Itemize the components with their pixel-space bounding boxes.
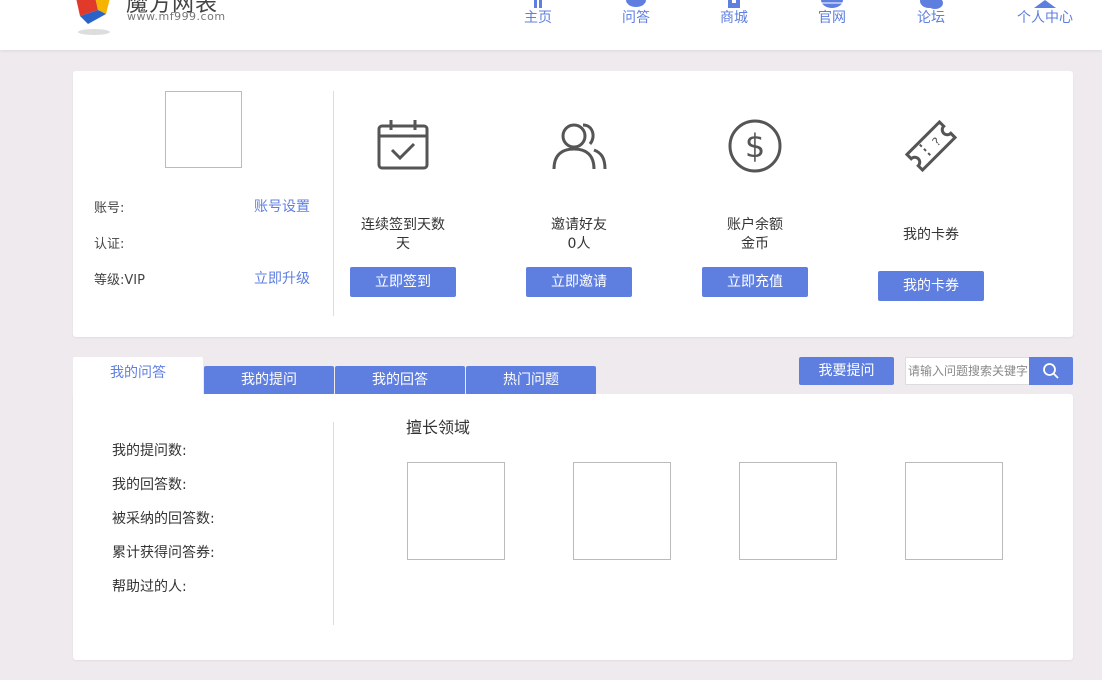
calendar-check-icon: [377, 120, 429, 170]
account-label: 账号:: [94, 201, 125, 216]
account-settings-link[interactable]: 账号设置: [254, 196, 310, 216]
profile-panel: 账号: 账号设置 认证: 等级:VIP 立即升级 连续签到天数 天 立即签到 邀…: [73, 71, 1073, 337]
stat-signin: 连续签到天数 天 立即签到: [315, 71, 491, 337]
coupons-button[interactable]: 我的卡券: [878, 271, 984, 301]
expert-area-box[interactable]: [905, 462, 1003, 560]
nav-qa-label: 问答: [622, 10, 650, 26]
level-label: 等级:VIP: [94, 273, 145, 288]
stat-coupons: ? 我的卡券 我的卡券: [843, 71, 1019, 337]
dollar-icon: $: [728, 119, 782, 173]
expert-area-box[interactable]: [573, 462, 671, 560]
cert-label: 认证:: [94, 237, 125, 252]
stat-accepted-answers: 被采纳的回答数:: [112, 511, 215, 527]
stat-invite: 邀请好友 0人 立即邀请: [491, 71, 667, 337]
stat-balance-title: 账户余额: [727, 217, 783, 233]
stat-invite-value: 0人: [567, 236, 591, 252]
chat-icon: [626, 0, 646, 7]
logo-url: www.mf999.com: [127, 10, 226, 23]
nav-home-label: 主页: [524, 10, 552, 26]
nav-home[interactable]: 主页: [518, 0, 558, 48]
nav-qa[interactable]: 问答: [616, 0, 656, 48]
stat-invite-title: 邀请好友: [551, 217, 607, 233]
nav-official[interactable]: 官网: [812, 0, 852, 48]
qa-panel: 我的提问数: 我的回答数: 被采纳的回答数: 累计获得问答券: 帮助过的人: 擅…: [73, 394, 1073, 660]
search-button[interactable]: [1029, 357, 1073, 385]
tab-my-answers[interactable]: 我的回答: [335, 366, 465, 394]
recharge-button[interactable]: 立即充值: [702, 267, 808, 297]
avatar[interactable]: [165, 91, 242, 168]
tab-my-qa[interactable]: 我的问答: [73, 357, 203, 394]
stat-coupons-title: 我的卡券: [903, 227, 959, 243]
nav-forum[interactable]: 论坛: [911, 0, 951, 48]
nav-forum-label: 论坛: [917, 10, 945, 26]
stat-balance-value: 金币: [741, 236, 769, 252]
divider: [333, 422, 334, 625]
nav-shop-label: 商城: [720, 10, 748, 26]
stat-my-answers: 我的回答数:: [112, 477, 187, 493]
ask-question-button[interactable]: 我要提问: [799, 357, 894, 385]
stat-signin-title: 连续签到天数: [361, 217, 445, 233]
nav-shop[interactable]: 商城: [714, 0, 754, 48]
shop-icon: [728, 0, 740, 8]
stat-signin-value: 天: [396, 236, 410, 252]
top-header: 魔方网表 www.mf999.com 主页 问答 商城 官网 论坛 个人中心: [0, 0, 1102, 50]
logo-cube-icon: [76, 0, 110, 35]
stat-balance: $ 账户余额 金币 立即充值: [667, 71, 843, 337]
globe-icon: [821, 0, 843, 8]
expert-area-box[interactable]: [739, 462, 837, 560]
users-icon: [552, 123, 607, 170]
site-logo[interactable]: 魔方网表 www.mf999.com: [72, 0, 232, 42]
svg-text:?: ?: [929, 135, 943, 149]
search-input[interactable]: [905, 357, 1030, 385]
user-icon: [1034, 0, 1056, 8]
signin-button[interactable]: 立即签到: [350, 267, 456, 297]
invite-button[interactable]: 立即邀请: [526, 267, 632, 297]
expert-area-box[interactable]: [407, 462, 505, 560]
expert-areas-title: 擅长领域: [406, 418, 471, 437]
stat-my-questions: 我的提问数:: [112, 443, 187, 459]
nav-official-label: 官网: [818, 10, 846, 26]
forum-icon: [920, 0, 943, 9]
tab-hot-questions[interactable]: 热门问题: [466, 366, 596, 394]
home-icon: [534, 0, 542, 8]
svg-text:$: $: [745, 127, 765, 165]
upgrade-link[interactable]: 立即升级: [254, 268, 310, 288]
nav-user-center-label: 个人中心: [1017, 10, 1073, 26]
ticket-icon: ?: [904, 119, 958, 173]
tab-my-questions[interactable]: 我的提问: [204, 366, 334, 394]
nav-user-center[interactable]: 个人中心: [1012, 0, 1078, 48]
stat-people-helped: 帮助过的人:: [112, 579, 187, 595]
stat-coupons-earned: 累计获得问答券:: [112, 545, 215, 561]
search-icon: [1043, 363, 1059, 379]
